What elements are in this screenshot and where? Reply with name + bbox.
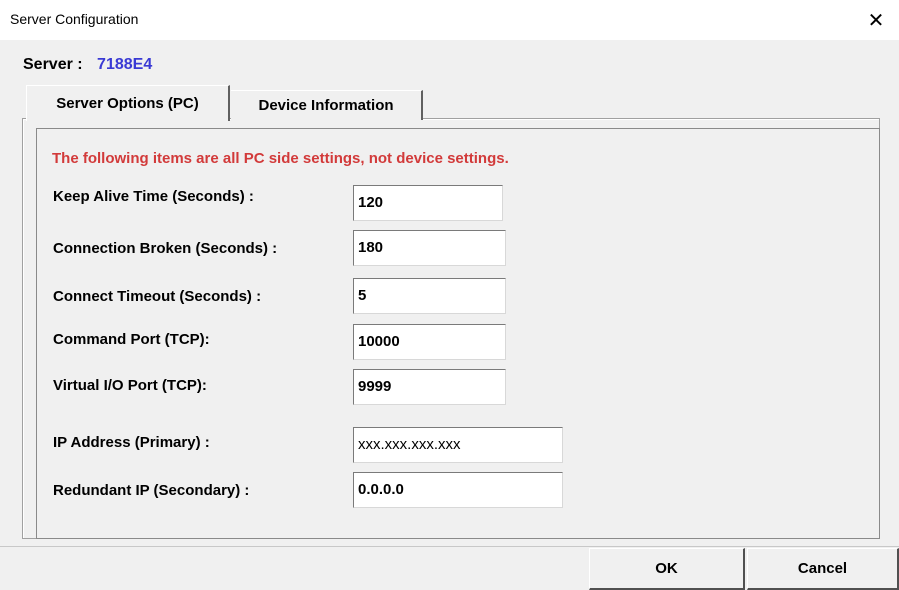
ok-button[interactable]: OK [589,548,745,590]
server-label: Server : [23,56,83,73]
ip-redundant-label: Redundant IP (Secondary) : [53,482,250,499]
close-icon[interactable]: ✕ [853,0,899,40]
keep-alive-input[interactable]: 120 [353,185,503,221]
ip-primary-input[interactable]: xxx.xxx.xxx.xxx [353,427,563,463]
virtual-io-port-input[interactable]: 9999 [353,369,506,405]
command-port-label: Command Port (TCP): [53,331,210,348]
ip-primary-label: IP Address (Primary) : [53,434,210,451]
cancel-button[interactable]: Cancel [747,548,899,590]
command-port-input[interactable]: 10000 [353,324,506,360]
ip-redundant-input[interactable]: 0.0.0.0 [353,472,563,508]
connect-timeout-label: Connect Timeout (Seconds) : [53,288,262,305]
title-bar: Server Configuration ✕ [0,0,899,40]
window-title: Server Configuration [10,11,139,27]
connection-broken-label: Connection Broken (Seconds) : [53,240,278,257]
tab-server-options[interactable]: Server Options (PC) [26,85,230,121]
button-area-divider [0,546,899,547]
connect-timeout-input[interactable]: 5 [353,278,506,314]
server-value: 7188E4 [97,56,153,73]
keep-alive-label: Keep Alive Time (Seconds) : [53,188,254,205]
pc-settings-notice: The following items are all PC side sett… [52,150,509,167]
virtual-io-port-label: Virtual I/O Port (TCP): [53,377,207,394]
server-info: Server : 7188E4 [23,56,152,74]
connection-broken-input[interactable]: 180 [353,230,506,266]
tab-device-information[interactable]: Device Information [231,90,423,120]
